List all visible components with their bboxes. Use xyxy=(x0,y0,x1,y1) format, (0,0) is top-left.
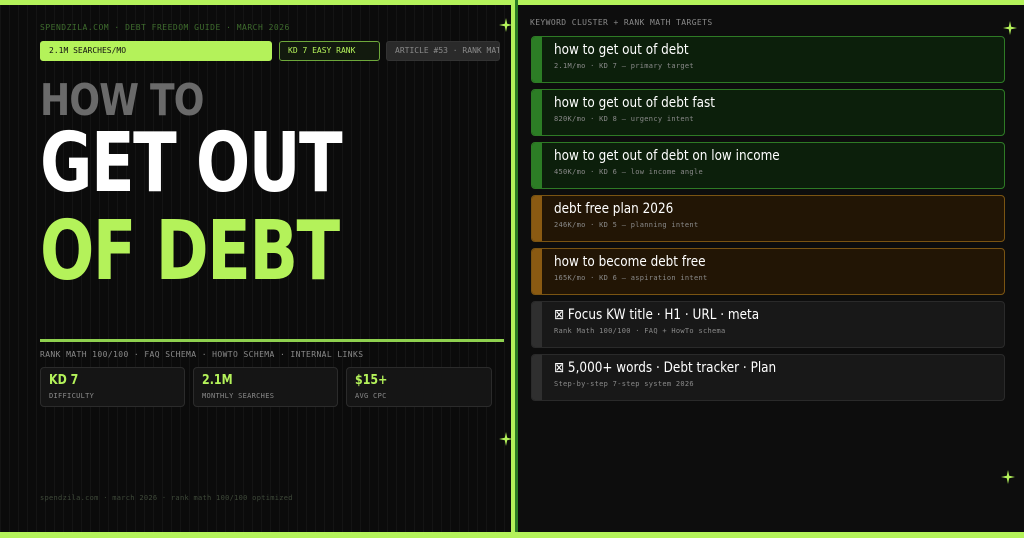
keyword-meta: 165K/mo · KD 6 — aspiration intent xyxy=(554,274,708,282)
keyword-card-accent xyxy=(532,143,542,188)
sparkle-icon xyxy=(499,18,513,32)
keyword-card: how to get out of debt fast 820K/mo · KD… xyxy=(531,89,1005,136)
keyword-title: how to get out of debt xyxy=(554,42,689,58)
bottom-accent-bar xyxy=(0,532,1024,538)
stat-value: 2.1M xyxy=(202,373,233,388)
keyword-meta: 2.1M/mo · KD 7 — primary target xyxy=(554,62,694,70)
keyword-card-accent xyxy=(532,90,542,135)
sparkle-icon xyxy=(1001,470,1015,484)
stat-label: DIFFICULTY xyxy=(49,392,95,400)
article-pill: ARTICLE #53 · RANK MATH 100 xyxy=(386,41,500,61)
keyword-panel-title: KEYWORD CLUSTER + RANK MATH TARGETS xyxy=(530,18,713,27)
keyword-card: how to become debt free 165K/mo · KD 6 —… xyxy=(531,248,1005,295)
searches-pill: 2.1M SEARCHES/MO xyxy=(40,41,272,61)
headline-line-3: OF DEBT xyxy=(40,204,340,299)
keyword-card: how to get out of debt on low income 450… xyxy=(531,142,1005,189)
checklist-card-accent xyxy=(532,302,542,347)
stat-card-cpc: $15+ AVG CPC xyxy=(346,367,492,407)
keyword-meta: 820K/mo · KD 8 — urgency intent xyxy=(554,115,694,123)
section-divider xyxy=(40,339,504,342)
checklist-meta: Step-by-step 7-step system 2026 xyxy=(554,380,694,388)
keyword-title: how to get out of debt fast xyxy=(554,95,716,111)
stat-label: AVG CPC xyxy=(355,392,387,400)
keyword-title: how to become debt free xyxy=(554,254,706,270)
footer-line: spendzila.com · march 2026 · rank math 1… xyxy=(40,494,293,502)
features-line: RANK MATH 100/100 · FAQ SCHEMA · HOWTO S… xyxy=(40,350,364,359)
checklist-card-accent xyxy=(532,355,542,400)
kd-pill: KD 7 EASY RANK xyxy=(279,41,380,61)
keyword-card-accent xyxy=(532,196,542,241)
keyword-meta: 246K/mo · KD 5 — planning intent xyxy=(554,221,699,229)
sparkle-icon xyxy=(499,432,513,446)
keyword-card-accent xyxy=(532,249,542,294)
headline-line-2: GET OUT xyxy=(40,116,343,211)
sparkle-icon xyxy=(1003,21,1017,35)
stat-label: MONTHLY SEARCHES xyxy=(202,392,275,400)
stat-value: KD 7 xyxy=(49,373,79,388)
keyword-title: how to get out of debt on low income xyxy=(554,148,780,164)
keyword-meta: 450K/mo · KD 6 — low income angle xyxy=(554,168,703,176)
checklist-card: ⊠ 5,000+ words · Debt tracker · Plan Ste… xyxy=(531,354,1005,401)
checklist-card: ⊠ Focus KW title · H1 · URL · meta Rank … xyxy=(531,301,1005,348)
stat-card-searches: 2.1M MONTHLY SEARCHES xyxy=(193,367,338,407)
stat-value: $15+ xyxy=(355,373,388,388)
hero-panel: SPENDZILA.COM · DEBT FREEDOM GUIDE · MAR… xyxy=(0,5,511,532)
keyword-panel: KEYWORD CLUSTER + RANK MATH TARGETS how … xyxy=(518,5,1024,532)
checklist-title: ⊠ 5,000+ words · Debt tracker · Plan xyxy=(554,360,777,376)
keyword-card: how to get out of debt 2.1M/mo · KD 7 — … xyxy=(531,36,1005,83)
stat-card-difficulty: KD 7 DIFFICULTY xyxy=(40,367,185,407)
checklist-meta: Rank Math 100/100 · FAQ + HowTo schema xyxy=(554,327,726,335)
keyword-card-accent xyxy=(532,37,542,82)
keyword-title: debt free plan 2026 xyxy=(554,201,674,217)
checklist-title: ⊠ Focus KW title · H1 · URL · meta xyxy=(554,307,760,323)
keyword-card: debt free plan 2026 246K/mo · KD 5 — pla… xyxy=(531,195,1005,242)
meta-line: SPENDZILA.COM · DEBT FREEDOM GUIDE · MAR… xyxy=(40,23,290,32)
